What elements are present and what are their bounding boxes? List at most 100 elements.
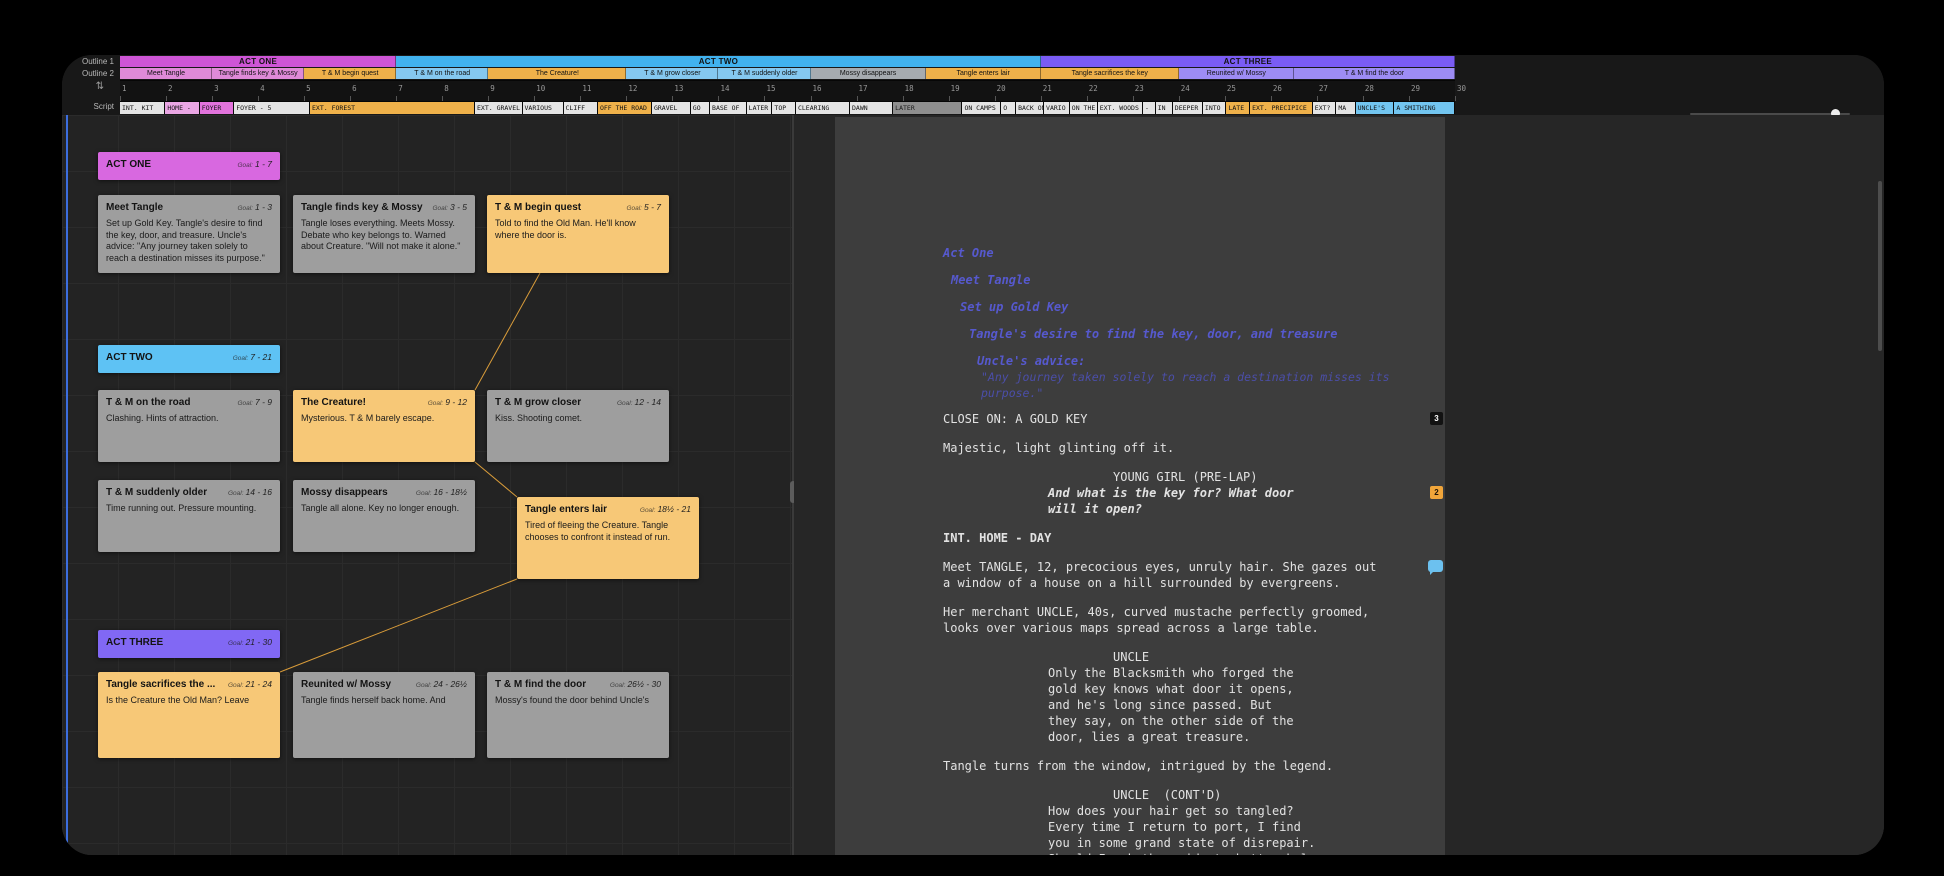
timeline-scene-chip[interactable]: EXT. GRAVEL [475, 102, 523, 114]
scrollbar-thumb[interactable] [1878, 181, 1882, 351]
board-card[interactable]: Tangle finds key & MossyGoal:3 - 5Tangle… [293, 195, 475, 273]
card-title: T & M grow closer [495, 397, 581, 408]
timeline-scene-chip[interactable]: BASE OF [710, 102, 747, 114]
timeline-scene-chip[interactable]: OFF THE ROAD [598, 102, 652, 114]
script-line-heading[interactable]: INT. HOME - DAY [943, 530, 1429, 546]
scene-number-badge[interactable]: 3 [1430, 412, 1443, 425]
timeline-scene-chip[interactable]: HOME - [165, 102, 199, 114]
timeline-beat-bar[interactable]: The Creature! [488, 68, 626, 79]
card-title: The Creature! [301, 397, 366, 408]
timeline-scene-chip[interactable]: DEEPER [1173, 102, 1203, 114]
timeline-scene-chip[interactable]: UNCLE'S [1356, 102, 1395, 114]
script-line-action[interactable]: Tangle turns from the window, intrigued … [943, 758, 1429, 774]
timeline-beat-bar[interactable]: Reunited w/ Mossy [1179, 68, 1294, 79]
act-header-card[interactable]: ACT ONEGoal:1 - 7 [98, 152, 280, 180]
timeline-act-bar[interactable]: ACT TWO [396, 56, 1040, 67]
card-title-row: Reunited w/ MossyGoal:24 - 26½ [301, 679, 467, 690]
script-scrollbar[interactable] [1878, 181, 1882, 845]
timeline-act-bar[interactable]: ACT ONE [120, 56, 396, 67]
script-line-character[interactable]: YOUNG GIRL (PRE-LAP) [1113, 469, 1429, 485]
timeline-beat-bar[interactable]: T & M suddenly older [718, 68, 810, 79]
timeline-scene-chip[interactable]: A SMITHING [1394, 102, 1455, 114]
board-card[interactable]: Tangle sacrifices the ...Goal:21 - 24Is … [98, 672, 280, 758]
timeline-scene-chip[interactable]: DAWN [850, 102, 893, 114]
timeline-scene-chip[interactable]: EXT. WOODS [1098, 102, 1143, 114]
timeline-scene-chip[interactable]: LATE [1226, 102, 1250, 114]
card-body-text: Tangle finds herself back home. And [301, 695, 467, 707]
timeline-scene-chip[interactable]: FOYER - 5 [234, 102, 310, 114]
timeline-scene-chip[interactable]: FOYER [200, 102, 234, 114]
script-line-dialogue[interactable]: How does your hair get so tangled? Every… [1048, 803, 1429, 855]
timeline-scene-chip[interactable]: GO [691, 102, 710, 114]
timeline-act-bar[interactable]: ACT THREE [1041, 56, 1455, 67]
script-line-o4[interactable]: Tangle's desire to find the key, door, a… [969, 326, 1429, 342]
ruler-tick-mark [949, 96, 950, 101]
script-line-o2[interactable]: Meet Tangle [951, 272, 1429, 288]
outline-board[interactable]: ACT ONEGoal:1 - 7 Meet TangleGoal:1 - 3Se… [62, 115, 792, 855]
timeline-scene-chip[interactable]: EXT. FOREST [310, 102, 475, 114]
timeline-scene-chip[interactable]: LATER [893, 102, 962, 114]
timeline-beat-bar[interactable]: Tangle enters lair [926, 68, 1041, 79]
timeline-scene-chip[interactable]: EXT. PRECIPICE [1250, 102, 1313, 114]
goal-label: Goal: [237, 162, 253, 169]
board-card[interactable]: T & M begin questGoal:5 - 7Told to find … [487, 195, 669, 273]
timeline-scene-chip[interactable]: MA [1336, 102, 1355, 114]
scene-number-badge[interactable]: 2 [1430, 486, 1443, 499]
script-line-oq[interactable]: "Any journey taken solely to reach a des… [981, 369, 1429, 401]
timeline-scene-chip[interactable]: TOP [772, 102, 796, 114]
board-card[interactable]: T & M find the doorGoal:26½ - 30Mossy's … [487, 672, 669, 758]
timeline-scene-chip[interactable]: INT. KIT [120, 102, 165, 114]
script-line-character[interactable]: UNCLE [1113, 649, 1429, 665]
timeline-scene-chip[interactable]: CLIFF [564, 102, 598, 114]
card-goal: Goal:7 - 21 [233, 352, 272, 362]
timeline-scene-chip[interactable]: VARIOUS [523, 102, 564, 114]
timeline-scene-chip[interactable]: LATER [747, 102, 773, 114]
timeline-beat-bar[interactable]: Tangle finds key & Mossy [212, 68, 304, 79]
board-card[interactable]: Meet TangleGoal:1 - 3Set up Gold Key. Ta… [98, 195, 280, 273]
ruler-tick-mark [442, 96, 443, 101]
timeline-scene-chip[interactable]: - [1143, 102, 1156, 114]
timeline-beat-bar[interactable]: T & M begin quest [304, 68, 396, 79]
ruler-tick-mark [718, 96, 719, 101]
script-line-dialoguei[interactable]: And what is the key for? What door will … [1048, 485, 1429, 517]
timeline-beat-bar[interactable]: Mossy disappears [811, 68, 926, 79]
timeline-beat-bar[interactable]: T & M grow closer [626, 68, 718, 79]
timeline-scene-chip[interactable]: BACK ON [1016, 102, 1044, 114]
script-line-character[interactable]: UNCLE (CONT'D) [1113, 787, 1429, 803]
board-card[interactable]: T & M suddenly olderGoal:14 - 16Time run… [98, 480, 280, 552]
timeline-beat-bar[interactable]: Tangle sacrifices the key [1041, 68, 1179, 79]
script-line-action[interactable]: Meet TANGLE, 12, precocious eyes, unruly… [943, 559, 1429, 591]
script-line-action[interactable]: Majestic, light glinting off it. [943, 440, 1429, 456]
board-card[interactable]: The Creature!Goal:9 - 12Mysterious. T & … [293, 390, 475, 462]
timeline-scene-chip[interactable]: GRAVEL [652, 102, 691, 114]
timeline-scene-chip[interactable]: IN [1156, 102, 1173, 114]
timeline-scene-chip[interactable]: O [1001, 102, 1016, 114]
board-card[interactable]: Reunited w/ MossyGoal:24 - 26½ Tangle fin… [293, 672, 475, 758]
beats-track: Meet TangleTangle finds key & MossyT & M… [120, 68, 1455, 79]
board-card[interactable]: Mossy disappearsGoal:16 - 18½Tangle all … [293, 480, 475, 552]
comment-icon[interactable] [1428, 560, 1443, 572]
timeline-scene-chip[interactable]: EXT? [1313, 102, 1337, 114]
act-header-card[interactable]: ACT TWOGoal:7 - 21 [98, 345, 280, 373]
collapse-tracks-icon[interactable]: ⇅ [96, 82, 104, 92]
timeline-scene-chip[interactable]: CLEARING [796, 102, 850, 114]
script-line-o3[interactable]: Set up Gold Key [960, 299, 1429, 315]
script-line-o1[interactable]: Act One [943, 245, 1429, 261]
script-line-o5[interactable]: Uncle's advice: [977, 353, 1429, 369]
timeline-beat-bar[interactable]: T & M find the door [1294, 68, 1455, 79]
script-page[interactable]: Act One Meet Tangle Set up Gold Key Tangle'… [835, 117, 1445, 855]
script-line-action[interactable]: CLOSE ON: A GOLD KEY3 [943, 411, 1429, 427]
board-card[interactable]: T & M grow closerGoal:12 - 14Kiss. Shoot… [487, 390, 669, 462]
timeline-scene-chip[interactable]: ON CAMPS [962, 102, 1001, 114]
board-card[interactable]: Tangle enters lairGoal:18½ - 21Tired of … [517, 497, 699, 579]
timeline-scene-chip[interactable]: INTO [1203, 102, 1227, 114]
timeline-beat-bar[interactable]: T & M on the road [396, 68, 488, 79]
timeline-ruler[interactable]: 1234567891011121314151617181920212223242… [120, 80, 1455, 102]
timeline-scene-chip[interactable]: ON THE [1070, 102, 1098, 114]
script-line-dialogue[interactable]: Only the Blacksmith who forged the gold … [1048, 665, 1429, 745]
timeline-beat-bar[interactable]: Meet Tangle [120, 68, 212, 79]
act-header-card[interactable]: ACT THREEGoal:21 - 30 [98, 630, 280, 658]
script-line-action[interactable]: Her merchant UNCLE, 40s, curved mustache… [943, 604, 1429, 636]
board-card[interactable]: T & M on the roadGoal:7 - 9Clashing. Hin… [98, 390, 280, 462]
timeline-scene-chip[interactable]: VARIO [1044, 102, 1070, 114]
